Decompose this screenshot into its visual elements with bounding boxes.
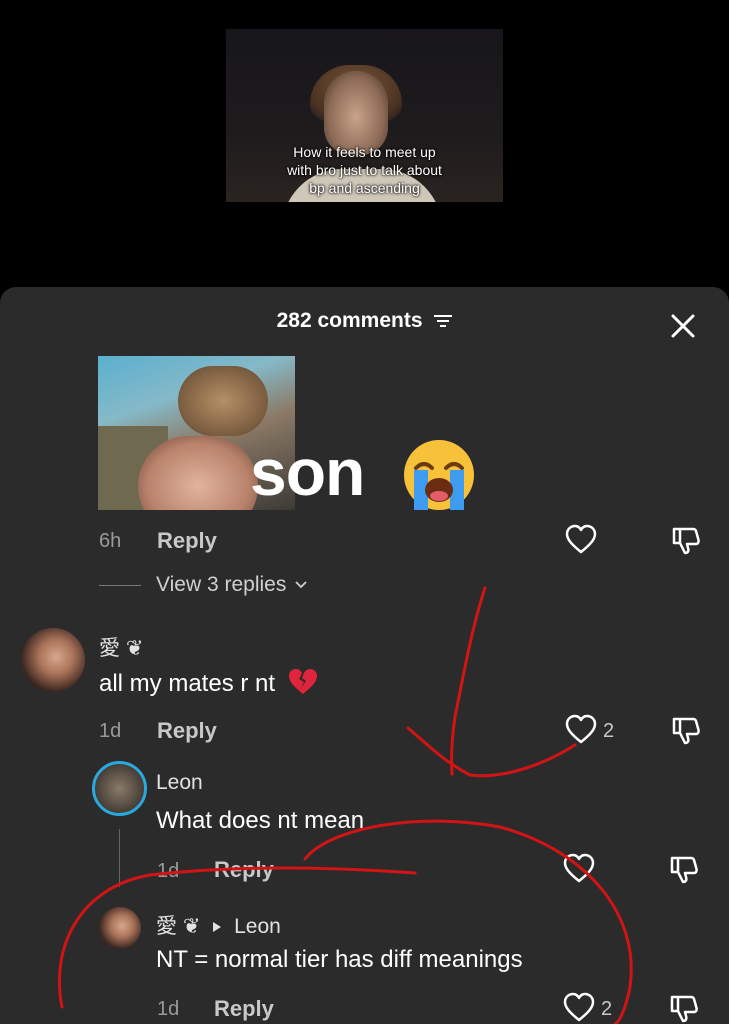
dislike-icon[interactable] [668, 854, 700, 886]
loudly-crying-face-emoji [404, 440, 474, 510]
avatar[interactable] [99, 907, 141, 949]
heart-icon[interactable] [563, 992, 595, 1024]
close-icon[interactable] [666, 309, 700, 343]
reply-header: 愛 ❦ Leon [156, 910, 281, 940]
reply-arrow-icon [213, 922, 222, 932]
comment-username[interactable]: 愛 ❦ [99, 632, 143, 662]
video-caption: How it feels to meet up with bro just to… [287, 144, 442, 196]
comment-text: all my mates r nt [99, 668, 318, 698]
comment-username[interactable]: Leon [156, 771, 203, 795]
dislike-icon[interactable] [670, 715, 702, 747]
dislike-icon[interactable] [670, 525, 702, 557]
view-replies-line [99, 585, 141, 586]
avatar[interactable] [92, 761, 147, 816]
thread-line [119, 829, 120, 887]
photo-face [138, 436, 258, 510]
reply-button[interactable]: Reply [214, 857, 274, 883]
comment-time: 1d [157, 860, 180, 882]
view-replies-label: View 3 replies [156, 573, 287, 596]
photo-cat [178, 366, 268, 436]
view-replies-button[interactable]: View 3 replies [156, 573, 308, 597]
comment-time: 1d [99, 720, 122, 742]
sticker-text: son [250, 435, 365, 509]
heart-icon[interactable] [563, 853, 595, 885]
broken-heart-emoji [288, 669, 317, 694]
reply-button[interactable]: Reply [157, 718, 217, 744]
reply-button[interactable]: Reply [157, 528, 217, 554]
like-count: 2 [601, 998, 613, 1020]
filter-icon[interactable] [434, 314, 453, 328]
comment-text: What does nt mean [156, 807, 365, 834]
dislike-icon[interactable] [668, 993, 700, 1024]
comments-header: 282 comments [0, 309, 729, 333]
comment-time: 6h [99, 530, 122, 552]
like-count: 2 [603, 720, 615, 742]
comment-text-body: all my mates r nt [99, 670, 276, 697]
video-preview[interactable]: How it feels to meet up with bro just to… [226, 29, 503, 202]
comments-count: 282 comments [276, 309, 423, 332]
avatar[interactable] [21, 628, 85, 692]
heart-icon[interactable] [565, 524, 597, 556]
reply-to-username[interactable]: Leon [234, 915, 281, 938]
heart-icon[interactable] [565, 714, 597, 746]
reply-button[interactable]: Reply [214, 996, 274, 1022]
comment-username[interactable]: 愛 ❦ [156, 915, 200, 938]
comments-sheet: 282 comments son 6h Reply View 3 replies [0, 287, 729, 1024]
comment-time: 1d [157, 998, 180, 1020]
comment-text: NT = normal tier has diff meanings [156, 946, 523, 973]
chevron-down-icon [295, 581, 307, 589]
